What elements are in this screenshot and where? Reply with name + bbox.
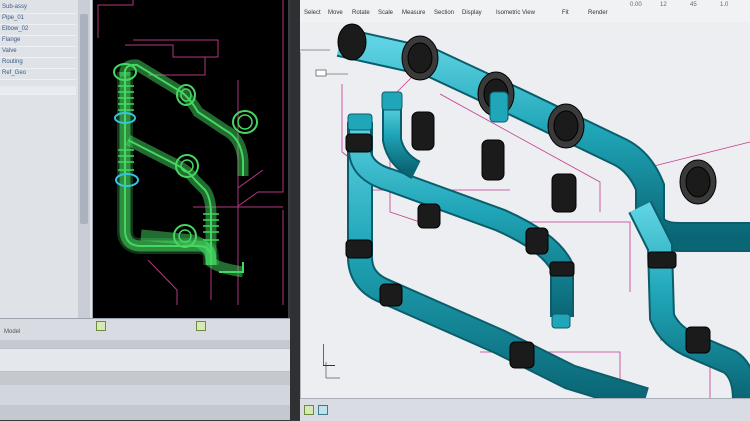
wireframe-viewport[interactable] [93, 0, 288, 318]
axis-triad-icon[interactable] [96, 321, 106, 331]
toolbar-label[interactable]: Measure [402, 10, 425, 16]
toolbar-label[interactable]: Isometric View [496, 10, 535, 16]
tree-scrollbar-thumb[interactable] [80, 14, 88, 224]
toolbar-label[interactable]: Select [304, 10, 321, 16]
toolbar-label[interactable]: Rotate [352, 10, 370, 16]
toolbar-label[interactable]: Scale [378, 10, 393, 16]
tree-row-label: Sub-assy [2, 4, 28, 10]
pipe-icon[interactable] [318, 405, 328, 415]
tree-row-label: Flange [2, 37, 21, 43]
command-line[interactable] [0, 348, 290, 372]
left-lower-panel [0, 340, 290, 420]
toolbar-label[interactable]: Fit [562, 10, 569, 16]
toolbar-value: 1.0 [720, 2, 729, 8]
3d-render-viewport[interactable] [299, 22, 750, 413]
grid-icon[interactable] [304, 405, 314, 415]
tree-panel-footer-label: Model [4, 329, 21, 335]
viewport-splitter[interactable] [290, 0, 300, 420]
green-pipe-wireframe [113, 59, 258, 278]
axis-triad-icon[interactable] [320, 344, 335, 368]
viewport-toolbar: Select Move Rotate Scale Measure Section… [300, 0, 750, 23]
tree-row[interactable]: Ref_Geo [0, 68, 76, 80]
toolbar-value: 0.00 [630, 2, 642, 8]
tree-row-label: Valve [2, 48, 17, 54]
toolbar-label[interactable]: Render [588, 10, 608, 16]
pipe-render [299, 23, 750, 413]
viewport-status-bar [300, 398, 750, 421]
output-bar [0, 385, 290, 405]
left-viewport-status-bar: Model [0, 318, 290, 341]
tree-row[interactable] [0, 86, 76, 95]
tree-row-label: Ref_Geo [2, 70, 27, 76]
tree-row-label: Pipe_01 [2, 15, 25, 21]
toolbar-value: 12 [660, 2, 667, 8]
tree-row-label: Routing [2, 59, 23, 65]
tree-row-label: Elbow_02 [2, 26, 29, 32]
toolbar-label[interactable]: Move [328, 10, 343, 16]
toolbar-label[interactable]: Display [462, 10, 482, 16]
toolbar-value: 45 [690, 2, 697, 8]
wireframe-drawing [97, 0, 284, 305]
snap-icon[interactable] [196, 321, 206, 331]
toolbar-label[interactable]: Section [434, 10, 454, 16]
